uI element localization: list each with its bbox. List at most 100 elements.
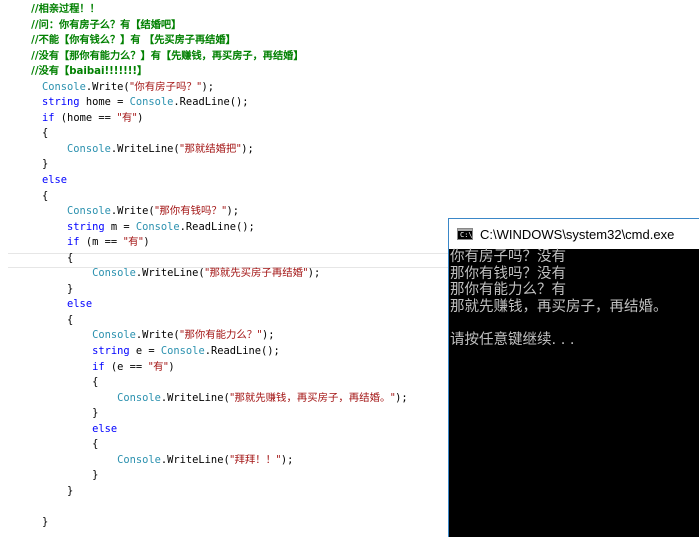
code-line: //问：你有房子么？有【结婚吧】 xyxy=(17,18,408,34)
code-token: { xyxy=(17,251,74,264)
code-token: Console xyxy=(92,329,136,342)
cmd-title-bar[interactable]: C:\ C:\WINDOWS\system32\cmd.exe xyxy=(449,219,699,249)
code-token: string xyxy=(92,345,130,358)
code-token: "有" xyxy=(117,111,138,124)
code-token: "你有房子吗？" xyxy=(129,80,202,93)
code-token: .Write( xyxy=(135,329,180,342)
code-line: //没有【那你有能力么？】有【先赚钱，再买房子，再结婚】 xyxy=(17,49,408,65)
code-line: { xyxy=(17,251,408,267)
code-token: { xyxy=(17,189,49,202)
code-token: Console xyxy=(160,345,205,358)
code-token: .WriteLine( xyxy=(135,267,205,280)
code-line: { xyxy=(17,189,408,205)
console-output-line: 那就先赚钱，再买房子，再结婚。 xyxy=(450,298,668,315)
code-line: if (home == "有") xyxy=(17,111,408,127)
cmd-console-output[interactable]: 你有房子吗？没有 那你有钱吗？没有 那你有能力么？有 那就先赚钱，再买房子，再结婚。请… xyxy=(449,249,699,348)
code-line: //不能【你有钱么？】有 【先买房子再结婚】 xyxy=(17,33,408,49)
code-token: (home == xyxy=(54,111,118,124)
code-token: Console xyxy=(42,80,86,93)
cmd-window[interactable]: C:\ C:\WINDOWS\system32\cmd.exe 你有房子吗？没有… xyxy=(448,218,699,537)
code-line: { xyxy=(17,375,408,391)
code-token: { xyxy=(17,127,49,140)
code-line: } xyxy=(17,282,408,298)
code-token: .Write( xyxy=(85,80,130,93)
code-token: //问：你有房子么？有【结婚吧】 xyxy=(17,19,182,31)
code-token: .ReadLine(); xyxy=(179,220,255,233)
code-token: "那就结婚把" xyxy=(179,142,242,155)
code-line: string e = Console.ReadLine(); xyxy=(17,344,408,360)
code-token: "那你有能力么？" xyxy=(179,329,262,342)
code-token: (m == xyxy=(79,236,124,249)
code-token: { xyxy=(17,376,99,389)
code-line: { xyxy=(17,437,408,453)
code-token: Console xyxy=(67,142,111,155)
code-token: } xyxy=(17,484,74,497)
code-line: Console.WriteLine("那就结婚把"); xyxy=(17,142,408,158)
code-line: string home = Console.ReadLine(); xyxy=(17,95,408,111)
code-token: "那就先买房子再结婚" xyxy=(204,267,308,280)
code-token: string xyxy=(42,96,80,109)
console-output-line: 你有房子吗？没有 xyxy=(450,249,566,265)
code-token: .WriteLine( xyxy=(160,391,230,404)
code-token: Console xyxy=(92,267,136,280)
code-token: //没有【那你有能力么？】有【先赚钱，再买房子，再结婚】 xyxy=(17,50,304,62)
code-token: } xyxy=(17,282,74,295)
code-token: .ReadLine(); xyxy=(173,96,249,109)
code-line: } xyxy=(17,157,408,173)
code-token: ) xyxy=(137,111,144,124)
code-token: ) xyxy=(168,360,175,373)
code-line: //相亲过程！！ xyxy=(17,2,408,18)
code-line: Console.Write("那你有钱吗？"); xyxy=(17,204,408,220)
code-token: .WriteLine( xyxy=(160,453,230,466)
cmd-app-icon: C:\ xyxy=(457,228,473,240)
code-token: .ReadLine(); xyxy=(204,345,280,358)
code-line: if (m == "有") xyxy=(17,235,408,251)
code-token: "有" xyxy=(123,236,144,249)
code-token: //不能【你有钱么？】有 【先买房子再结婚】 xyxy=(17,35,236,47)
code-line: } xyxy=(17,484,408,500)
console-output-line: 请按任意键继续. . . xyxy=(450,331,575,348)
code-line: string m = Console.ReadLine(); xyxy=(17,220,408,236)
code-token: "那你有钱吗？" xyxy=(154,205,227,218)
code-token: else xyxy=(42,174,68,187)
code-token: if xyxy=(92,360,105,373)
code-token: "拜拜！！" xyxy=(229,453,281,466)
code-line: { xyxy=(17,313,408,329)
code-token: { xyxy=(17,438,99,451)
code-line: if (e == "有") xyxy=(17,360,408,376)
code-token: ); xyxy=(261,329,275,342)
console-output-line: 那你有能力么？有 xyxy=(450,282,566,298)
code-line: Console.WriteLine("拜拜！！"); xyxy=(17,453,408,469)
code-token: Console xyxy=(67,205,111,218)
cmd-window-title: C:\WINDOWS\system32\cmd.exe xyxy=(480,226,675,242)
code-text-area[interactable]: //相亲过程！！ //问：你有房子么？有【结婚吧】 //不能【你有钱么？】有 【… xyxy=(17,2,408,531)
code-token: ); xyxy=(201,80,215,93)
code-token: ); xyxy=(395,391,408,404)
code-token: m = xyxy=(104,220,136,233)
code-line: else xyxy=(17,422,408,438)
code-token: (e == xyxy=(104,360,149,373)
code-token: } xyxy=(17,469,99,482)
code-token: } xyxy=(17,516,49,529)
code-token: Console xyxy=(129,96,174,109)
code-token: ); xyxy=(241,142,254,155)
editor-gutter xyxy=(0,0,8,537)
code-line: } xyxy=(17,468,408,484)
code-token: "那就先赚钱，再买房子，再结婚。" xyxy=(229,391,396,404)
code-line: Console.Write("那你有能力么？"); xyxy=(17,328,408,344)
code-token: ) xyxy=(143,236,150,249)
code-line: //没有【baibai!!!!!!!】 xyxy=(17,64,408,80)
code-token: { xyxy=(17,313,74,326)
